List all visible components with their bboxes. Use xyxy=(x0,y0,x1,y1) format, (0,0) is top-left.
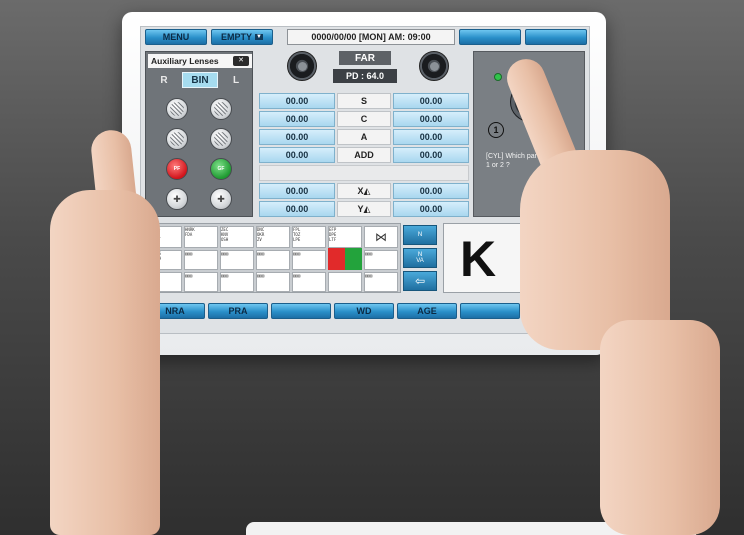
rx-cell-right-eye[interactable]: 00.00 xyxy=(259,201,335,217)
near-label: N xyxy=(417,232,423,238)
chart-thumb[interactable]: ▤▤▤ xyxy=(364,272,398,292)
eye-tab-bin[interactable]: BIN xyxy=(182,72,218,88)
red-half xyxy=(328,248,345,270)
rx-row-s: 00.00 S 00.00 xyxy=(259,93,469,109)
chart-thumb[interactable]: ▤▤▤ xyxy=(256,272,290,292)
chart-thumb[interactable]: ▤▤▤ xyxy=(220,272,254,292)
va-button[interactable]: N VA xyxy=(403,248,437,268)
chart-thumb[interactable]: ▤▤▤ xyxy=(220,250,254,270)
pra-label: PRA xyxy=(228,306,248,316)
pf-lens-button[interactable]: PF xyxy=(166,158,188,180)
rx-cell-right-eye[interactable]: 00.00 xyxy=(259,111,335,127)
rx-cell-right-eye[interactable]: 00.00 xyxy=(259,183,335,199)
rx-cell-left-eye[interactable]: 00.00 xyxy=(393,183,469,199)
cross-cylinder-lens-1-icon[interactable]: ✚ xyxy=(166,188,188,210)
chart-thumb[interactable]: HNRK FDA xyxy=(184,226,218,248)
rx-cell-left-eye[interactable]: 00.00 xyxy=(393,129,469,145)
age-button[interactable]: AGE xyxy=(397,303,457,319)
butterfly-icon[interactable]: ⋈ xyxy=(364,226,398,248)
bottom-button-blank-1[interactable] xyxy=(271,303,331,319)
auxiliary-lenses-panel: Auxiliary Lenses ✕ R BIN L PF GF ✚ ✚ xyxy=(145,51,253,217)
auxiliary-lens-3-icon[interactable] xyxy=(166,128,188,150)
pd-display[interactable]: PD : 64.0 xyxy=(333,69,397,83)
rx-param-label: A xyxy=(337,129,391,145)
rx-param-label: ADD xyxy=(337,147,391,163)
rx-row-add: 00.00 ADD 00.00 xyxy=(259,147,469,163)
auxiliary-lens-1-icon[interactable] xyxy=(166,98,188,120)
nra-label: NRA xyxy=(165,306,185,316)
rx-cell-left-eye[interactable]: 00.00 xyxy=(393,111,469,127)
status-led-icon xyxy=(494,73,502,81)
chart-side-controls: N N VA ⇦ xyxy=(403,223,439,293)
auxiliary-lens-4-icon[interactable] xyxy=(210,128,232,150)
datetime-display: 0000/00/00 [MON] AM: 09:00 xyxy=(287,29,455,45)
chart-thumb[interactable]: ZEC KNV OSH xyxy=(220,226,254,248)
chart-thumb[interactable]: ▤▤▤ xyxy=(364,250,398,270)
cross-cylinder-lens-2-icon[interactable]: ✚ xyxy=(210,188,232,210)
rx-cell-left-eye[interactable]: 00.00 xyxy=(393,147,469,163)
vision-chart-grid: K HNRKFDA ZECKNVOSH DNCOKRZV FPLTOZLPE E… xyxy=(145,223,401,293)
step-number-badge: 1 xyxy=(488,122,504,138)
auxiliary-lenses-title: Auxiliary Lenses xyxy=(151,56,219,66)
green-half xyxy=(345,248,362,270)
va-label: VA xyxy=(416,258,424,264)
gf-lens-button[interactable]: GF xyxy=(210,158,232,180)
rx-row-a: 00.00 A 00.00 xyxy=(259,129,469,145)
back-arrow-icon[interactable]: ⇦ xyxy=(403,271,437,291)
distance-mode[interactable]: FAR xyxy=(339,51,391,65)
rx-cell-right-eye[interactable]: 00.00 xyxy=(259,129,335,145)
chart-thumb[interactable]: ▤▤▤ xyxy=(292,272,326,292)
top-toolbar: MENU EMPTY ▼ 0000/00/00 [MON] AM: 09:00 xyxy=(145,29,587,45)
toolbar-button-blank-1[interactable] xyxy=(459,29,521,45)
close-icon[interactable]: ✕ xyxy=(233,56,249,66)
menu-button-label: MENU xyxy=(162,32,190,42)
rx-separator xyxy=(259,165,469,181)
toolbar-button-blank-2[interactable] xyxy=(525,29,587,45)
rx-row-y-prism: 00.00 Y◭ 00.00 xyxy=(259,201,469,217)
rx-cell-right-eye[interactable]: 00.00 xyxy=(259,147,335,163)
rx-param-label: C xyxy=(337,111,391,127)
chart-thumb[interactable]: DNC OKR ZV xyxy=(256,226,290,248)
bottom-button-blank-2[interactable] xyxy=(460,303,520,319)
age-label: AGE xyxy=(417,306,437,316)
gf-label: GF xyxy=(217,166,225,172)
right-knob-icon[interactable] xyxy=(419,51,449,81)
wd-label: WD xyxy=(356,306,372,316)
chart-thumb[interactable]: ▤▤▤ xyxy=(184,250,218,270)
rx-cell-left-eye[interactable]: 00.00 xyxy=(393,201,469,217)
rx-param-label: Y◭ xyxy=(337,201,391,217)
menu-button[interactable]: MENU xyxy=(145,29,207,45)
left-hand xyxy=(50,190,160,535)
back-arrow-glyph: ⇦ xyxy=(414,274,426,288)
red-green-chart-thumb[interactable] xyxy=(328,248,362,270)
rx-row-x-prism: 00.00 X◭ 00.00 xyxy=(259,183,469,199)
chart-thumb[interactable] xyxy=(328,272,362,292)
auxiliary-lens-2-icon[interactable] xyxy=(210,98,232,120)
rx-cell-right-eye[interactable]: 00.00 xyxy=(259,93,335,109)
left-knob-icon[interactable] xyxy=(287,51,317,81)
near-chart-button[interactable]: N xyxy=(403,225,437,245)
wd-button[interactable]: WD xyxy=(334,303,394,319)
rx-param-label: S xyxy=(337,93,391,109)
chart-thumb[interactable]: ▤▤▤ xyxy=(184,272,218,292)
empty-dropdown-label: EMPTY xyxy=(221,32,253,42)
rx-param-label: X◭ xyxy=(337,183,391,199)
chart-thumb[interactable]: ▤▤▤ xyxy=(292,250,326,270)
auxiliary-lenses-header: Auxiliary Lenses ✕ xyxy=(148,54,252,68)
chart-thumb[interactable]: EFP DPE LTF xyxy=(328,226,362,248)
chart-thumb[interactable]: ▤▤▤ xyxy=(256,250,290,270)
empty-dropdown[interactable]: EMPTY ▼ xyxy=(211,29,273,45)
chart-thumb[interactable]: FPL TOZ LPE xyxy=(292,226,326,248)
pra-button[interactable]: PRA xyxy=(208,303,268,319)
rx-cell-left-eye[interactable]: 00.00 xyxy=(393,93,469,109)
eye-tab-l[interactable]: L xyxy=(222,72,250,88)
eye-tab-r[interactable]: R xyxy=(150,72,178,88)
right-wrist xyxy=(600,320,720,535)
chart-preview-letter: K xyxy=(460,231,497,287)
pf-label: PF xyxy=(173,166,181,172)
rx-row-c: 00.00 C 00.00 xyxy=(259,111,469,127)
chevron-down-icon: ▼ xyxy=(255,34,263,40)
